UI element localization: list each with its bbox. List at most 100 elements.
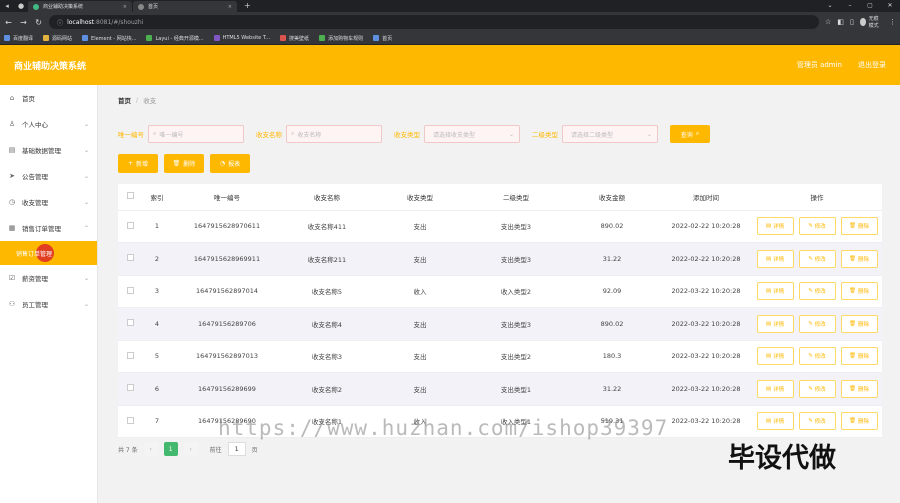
type-cell: 收入 [372,275,468,308]
type-select[interactable]: 请选择收支类型 ⌄ [424,125,520,143]
prev-page-button[interactable]: ‹ [143,442,158,456]
bookmark-item[interactable]: 搜美壁纸 [280,35,309,42]
back-icon[interactable]: ← [4,18,13,27]
row-delete-button[interactable]: 🗑 删除 [840,379,878,398]
delete-label: 删除 [857,354,869,361]
sidebar-subitem-orders-active[interactable]: 销售订单管理 [0,241,97,265]
row-checkbox-cell [118,210,142,243]
address-bar-row: ← → ↻ ⓘ localhost:8081/#/shouzhi ☆ ◧ ▯ 无… [0,12,900,32]
bookmark-item[interactable]: Element - 网站快... [82,35,136,42]
code-search-input[interactable]: ⌕ 唯一编号 [148,125,244,143]
checkbox[interactable] [126,254,134,262]
profile-button[interactable]: 无痕模式 [859,15,883,29]
sidebar-item-notice[interactable]: ➤ 公告管理 ⌄ [0,163,97,189]
edit-button[interactable]: ✎ 修改 [798,217,836,236]
forward-icon[interactable]: → [19,18,28,27]
bookmark-item[interactable]: HTML5 Website T... [213,35,270,41]
report-button[interactable]: ◔ 报表 [210,154,250,173]
edit-button[interactable]: ✎ 修改 [798,282,836,301]
close-window-icon[interactable]: ✕ [880,0,900,12]
detail-label: 详情 [773,224,785,231]
detail-button[interactable]: ▤ 详情 [756,347,794,366]
edit-button[interactable]: ✎ 修改 [798,347,836,366]
detail-button[interactable]: ▤ 详情 [756,217,794,236]
name-cell: 收支名称5 [282,275,372,308]
checkbox[interactable] [126,319,134,327]
goto-page-input[interactable]: 1 [227,442,246,456]
logout-link[interactable]: 退出登录 [858,60,886,70]
close-tab-icon[interactable]: × [228,4,232,10]
reload-icon[interactable]: ↻ [34,18,43,27]
delete-label: 删除 [857,256,869,263]
home-icon: ⌂ [9,94,15,102]
row-delete-button[interactable]: 🗑 删除 [840,412,878,431]
checkbox[interactable] [126,384,134,392]
row-delete-button[interactable]: 🗑 删除 [840,282,878,301]
sidebar-item-home[interactable]: ⌂ 首页 [0,85,97,111]
edit-button[interactable]: ✎ 修改 [798,249,836,268]
detail-button[interactable]: ▤ 详情 [756,282,794,301]
checkbox[interactable] [126,286,134,294]
browser-tab-active[interactable]: 商业辅助决策系统 × [28,1,132,12]
more-menu-icon[interactable]: ⋮ [889,18,896,26]
clock-icon: ◷ [8,198,16,206]
detail-button[interactable]: ▤ 详情 [756,412,794,431]
delete-button[interactable]: 🗑 删除 [164,154,204,173]
checkbox[interactable] [126,192,134,200]
edit-button[interactable]: ✎ 修改 [798,314,836,333]
data-table: 索引 唯一编号 收支名称 收支类型 二级类型 收支金额 添加时间 操作 1 164… [118,184,882,438]
sidepanel-icon[interactable]: ▯ [850,18,854,26]
bookmark-icon [319,35,326,41]
info-icon[interactable]: ⓘ [57,18,63,27]
query-button[interactable]: 查询 ⌕ [670,125,710,143]
minimize-icon[interactable]: – [840,0,860,12]
sidebar-item-base-data[interactable]: ▤ 基础数据管理 ⌄ [0,137,97,163]
checkbox[interactable] [126,221,134,229]
layui-icon [146,35,153,41]
tab-search-icon[interactable]: ◂ [0,0,14,12]
checkbox[interactable] [126,416,134,424]
tab-list-icon[interactable]: ⌄ [820,0,840,12]
subtype-select[interactable]: 请选择二级类型 ⌄ [562,125,658,143]
index-cell: 4 [142,307,172,341]
sidebar-item-salary[interactable]: ☑ 薪资管理 ⌄ [0,265,97,291]
delete-label: 删除 [857,289,869,296]
browser-tab[interactable]: 首页 × [133,1,237,12]
bookmark-item[interactable]: 百度翻译 [4,35,33,42]
sidebar-item-finance[interactable]: ◷ 收支管理 ⌄ [0,189,97,215]
type-cell: 支出 [372,242,468,276]
sidebar-item-staff[interactable]: ⚇ 员工管理 ⌄ [0,291,97,317]
edit-button[interactable]: ✎ 修改 [798,379,836,398]
bookmark-item[interactable]: Layui - 经典开源模... [146,35,204,42]
maximize-icon[interactable]: ▢ [860,0,880,12]
chevron-down-icon: ⌄ [83,274,89,282]
new-tab-icon[interactable]: + [238,0,257,12]
url-field[interactable]: ⓘ localhost:8081/#/shouzhi [49,15,820,29]
bookmark-item[interactable]: 添加购物车规则 [319,35,363,42]
breadcrumb-home[interactable]: 首页 [118,95,131,105]
edit-button[interactable]: ✎ 修改 [798,412,836,431]
row-delete-button[interactable]: 🗑 删除 [840,347,878,366]
browser-menu-icon[interactable]: ● [14,0,28,12]
row-delete-button[interactable]: 🗑 删除 [840,217,878,236]
add-button[interactable]: + 新增 [118,154,158,173]
bookmark-item[interactable]: 源码网站 [43,35,72,42]
close-tab-icon[interactable]: × [123,4,127,10]
sidebar-item-profile[interactable]: ♙ 个人中心 ⌄ [0,111,97,137]
detail-button[interactable]: ▤ 详情 [756,249,794,268]
row-delete-button[interactable]: 🗑 删除 [840,249,878,268]
field-label: 二级类型 [532,131,558,139]
extension-icon[interactable]: ◧ [837,18,844,26]
select-all-cell[interactable] [118,184,142,211]
sidebar-item-orders[interactable]: ▦ 销售订单管理 ⌃ [0,215,97,241]
admin-label[interactable]: 管理员 admin [797,60,842,70]
checkbox[interactable] [126,351,134,359]
name-search-input[interactable]: ⌕ 收支名称 [286,125,382,143]
detail-button[interactable]: ▤ 详情 [756,314,794,333]
page-button[interactable]: 1 [163,442,178,456]
bookmark-item[interactable]: 首页 [373,35,392,42]
detail-button[interactable]: ▤ 详情 [756,379,794,398]
star-icon[interactable]: ☆ [825,18,831,26]
next-page-button[interactable]: › [183,442,198,456]
row-delete-button[interactable]: 🗑 删除 [840,314,878,333]
